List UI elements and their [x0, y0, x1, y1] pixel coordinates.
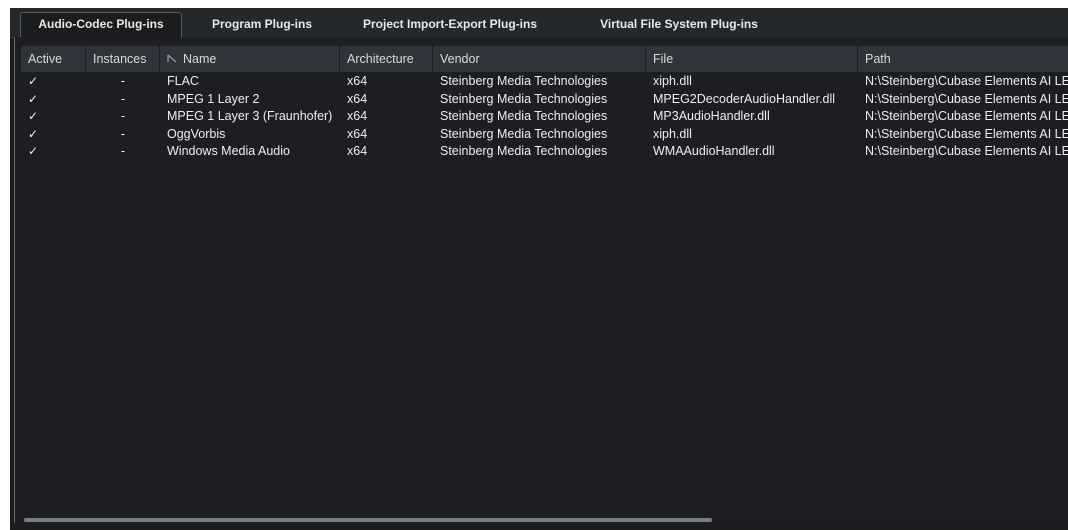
name-cell: Windows Media Audio [167, 144, 290, 158]
file-cell: xiph.dll [653, 126, 692, 141]
path-cell: N:\Steinberg\Cubase Elements AI LE [865, 74, 1068, 88]
tab-virtual-file-system-plugins[interactable]: Virtual File System Plug-ins [576, 13, 782, 36]
instances-cell: - [120, 109, 126, 123]
table-body: ✓ - FLAC x64 Steinberg Media Technologie… [21, 73, 1068, 161]
vendor-cell: Steinberg Media Technologies [440, 74, 608, 88]
vendor-cell: Steinberg Media Technologies [440, 144, 608, 158]
check-icon[interactable]: ✓ [21, 91, 86, 109]
table-row[interactable]: ✓ - FLAC x64 Steinberg Media Technologie… [21, 73, 1068, 91]
architecture-cell: x64 [347, 109, 368, 123]
file-cell: MPEG2DecoderAudioHandler.dll [653, 91, 836, 106]
file-cell: xiph.dll [653, 74, 692, 88]
check-icon[interactable]: ✓ [21, 126, 86, 144]
column-header-file[interactable]: File [646, 46, 858, 72]
architecture-cell: x64 [347, 144, 368, 158]
plugin-table-panel: Active Instances Name Architecture Vendo… [14, 37, 1068, 523]
vendor-cell: Steinberg Media Technologies [440, 109, 608, 123]
path-cell: N:\Steinberg\Cubase Elements AI LE [865, 91, 1068, 106]
frame-bottom-edge [10, 523, 1068, 530]
column-header-instances[interactable]: Instances [86, 46, 160, 72]
check-icon[interactable]: ✓ [21, 143, 86, 161]
vendor-cell: Steinberg Media Technologies [440, 126, 608, 141]
check-icon[interactable]: ✓ [21, 73, 86, 91]
tab-audio-codec-plugins[interactable]: Audio-Codec Plug-ins [20, 12, 182, 38]
instances-cell: - [120, 144, 126, 158]
table-header: Active Instances Name Architecture Vendo… [21, 46, 1068, 72]
table-row[interactable]: ✓ - OggVorbis x64 Steinberg Media Techno… [21, 126, 1068, 144]
architecture-cell: x64 [347, 74, 368, 88]
plugin-manager-window: Audio-Codec Plug-ins Program Plug-ins Pr… [10, 8, 1068, 530]
column-header-vendor[interactable]: Vendor [433, 46, 646, 72]
path-cell: N:\Steinberg\Cubase Elements AI LE [865, 126, 1068, 141]
column-header-name[interactable]: Name [160, 46, 340, 72]
tab-program-plugins[interactable]: Program Plug-ins [196, 13, 328, 36]
table-row[interactable]: ✓ - Windows Media Audio x64 Steinberg Me… [21, 143, 1068, 161]
architecture-cell: x64 [347, 91, 368, 106]
instances-cell: - [120, 74, 126, 88]
instances-cell: - [120, 91, 126, 106]
column-header-path[interactable]: Path [858, 46, 1068, 72]
tab-bar: Audio-Codec Plug-ins Program Plug-ins Pr… [10, 8, 1068, 38]
name-cell: FLAC [167, 74, 199, 88]
architecture-cell: x64 [347, 126, 368, 141]
column-header-name-label: Name [183, 52, 217, 66]
name-cell: MPEG 1 Layer 2 [167, 91, 260, 106]
horizontal-scrollbar[interactable] [24, 518, 712, 522]
path-cell: N:\Steinberg\Cubase Elements AI LE [865, 109, 1068, 123]
check-icon[interactable]: ✓ [21, 108, 86, 126]
vendor-cell: Steinberg Media Technologies [440, 91, 608, 106]
column-header-active[interactable]: Active [21, 46, 86, 72]
sort-ascending-icon [167, 46, 177, 72]
name-cell: OggVorbis [167, 126, 226, 141]
table-row[interactable]: ✓ - MPEG 1 Layer 2 x64 Steinberg Media T… [21, 91, 1068, 109]
path-cell: N:\Steinberg\Cubase Elements AI LE [865, 144, 1068, 158]
file-cell: MP3AudioHandler.dll [653, 109, 770, 123]
column-header-architecture[interactable]: Architecture [340, 46, 433, 72]
instances-cell: - [120, 126, 126, 141]
tab-project-import-export-plugins[interactable]: Project Import-Export Plug-ins [340, 13, 560, 36]
file-cell: WMAAudioHandler.dll [653, 144, 775, 158]
table-row[interactable]: ✓ - MPEG 1 Layer 3 (Fraunhofer) x64 Stei… [21, 108, 1068, 126]
name-cell: MPEG 1 Layer 3 (Fraunhofer) [167, 109, 333, 123]
